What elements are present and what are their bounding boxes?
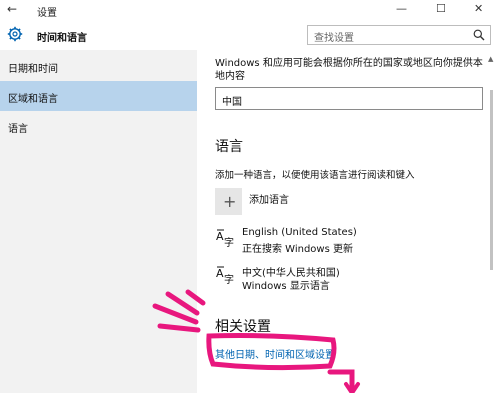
add-language-button[interactable]: + xyxy=(215,188,242,215)
svg-text:A: A xyxy=(216,230,224,243)
related-settings-heading: 相关设置 xyxy=(215,319,271,335)
maximize-button[interactable]: ☐ xyxy=(436,2,446,15)
sidebar-item-speech[interactable]: 语言 xyxy=(0,111,197,141)
languages-hint: 添加一种语言，以便使用该语言进行阅读和键入 xyxy=(215,170,415,181)
scroll-up-arrow-icon[interactable]: ▲ xyxy=(488,55,493,63)
scrollbar-thumb[interactable] xyxy=(490,90,493,270)
country-region-select[interactable]: 中国 xyxy=(215,87,483,110)
sidebar-item-date-time[interactable]: 日期和时间 xyxy=(0,51,197,81)
svg-text:A: A xyxy=(216,267,224,280)
language-icon: A 字 xyxy=(216,229,234,249)
close-button[interactable]: ✕ xyxy=(474,2,483,15)
section-title: 时间和语言 xyxy=(37,33,87,44)
search-icon[interactable] xyxy=(473,29,485,41)
gear-icon xyxy=(7,26,23,42)
title-bar: ← 设置 — ☐ ✕ xyxy=(0,0,495,20)
sidebar-item-region-language[interactable]: 区域和语言 xyxy=(0,81,197,111)
add-language-label[interactable]: 添加语言 xyxy=(249,191,289,206)
language-icon: A 字 xyxy=(216,266,234,286)
search-placeholder: 查找设置 xyxy=(314,33,354,44)
language-item-status: 正在搜索 Windows 更新 xyxy=(242,244,353,255)
sidebar-item-label: 语言 xyxy=(8,124,28,135)
languages-heading: 语言 xyxy=(215,139,243,155)
back-button[interactable]: ← xyxy=(7,2,17,16)
language-item-name[interactable]: English (United States) xyxy=(242,227,357,238)
settings-header: 时间和语言 查找设置 xyxy=(0,20,495,50)
minimize-button[interactable]: — xyxy=(396,2,407,15)
search-input[interactable]: 查找设置 xyxy=(307,25,491,45)
sidebar-item-label: 日期和时间 xyxy=(8,64,58,75)
plus-icon: + xyxy=(223,192,237,211)
additional-date-time-region-link[interactable]: 其他日期、时间和区域设置 xyxy=(215,346,335,361)
svg-text:字: 字 xyxy=(224,236,234,249)
country-region-value: 中国 xyxy=(222,97,242,108)
sidebar: 日期和时间 区域和语言 语言 xyxy=(0,50,197,393)
main-content: Windows 和应用可能会根据你所在的国家或地区向你提供本地内容 中国 语言 … xyxy=(197,50,495,393)
language-item-status: Windows 显示语言 xyxy=(242,281,330,292)
svg-text:字: 字 xyxy=(224,273,234,286)
region-description: Windows 和应用可能会根据你所在的国家或地区向你提供本地内容 xyxy=(215,58,483,82)
window-title: 设置 xyxy=(37,8,57,19)
sidebar-item-label: 区域和语言 xyxy=(8,94,58,105)
